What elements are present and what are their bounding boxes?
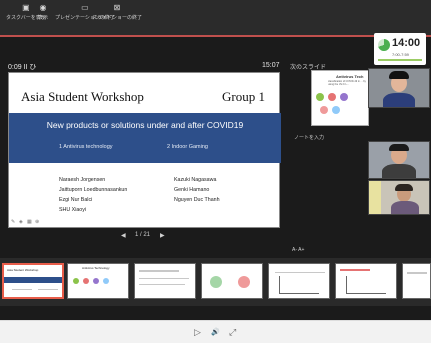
play-button[interactable]: ▷ (194, 327, 201, 338)
elapsed-time: 0:09 (8, 64, 22, 71)
virus-icon (320, 106, 328, 114)
member-name: Jaittuporn Loedbunnasankun (59, 187, 128, 193)
member-name: Genki Hamano (174, 187, 210, 193)
slide-blue-band: New products or solutions under and afte… (9, 113, 281, 163)
fullscreen-button[interactable]: ⤢ (229, 327, 236, 338)
slide-thumbnail-strip: Asia Student Workshop Antivirus Technolo… (0, 258, 431, 306)
slide-title: Asia Student Workshop (21, 89, 144, 104)
eye-icon: ◉ (39, 3, 47, 12)
screen-icon: ▭ (81, 3, 89, 12)
clock-time: 14:00 (392, 37, 421, 49)
presentation-app: ▣ タスクバーを表示 ◉ 表示 ▭ プレゼンテーションの終了 ⊠ スライドショー… (0, 0, 431, 343)
slide-thumbnail[interactable]: Asia Student Workshop (2, 263, 64, 299)
timer-controls[interactable]: II ひ (24, 64, 37, 71)
audio-button[interactable]: 🔊 (211, 328, 220, 336)
virus-icon (340, 93, 348, 101)
end-slideshow-button[interactable]: ⊠ スライドショーの終了 (92, 3, 142, 21)
playback-controls: ▷ 🔊 ⤢ (0, 320, 431, 343)
member-name: SHU Xiaoyi (59, 207, 87, 213)
clock-range: 7:00-7:59 (392, 52, 409, 57)
virus-icon (332, 106, 340, 114)
slide-thumbnail[interactable] (268, 263, 330, 299)
pointer-icon[interactable]: ◈ (19, 219, 23, 225)
next-slide-preview[interactable]: Antivirus Tech classification of COVID-1… (311, 70, 369, 126)
prev-slide-button[interactable]: ◀ (121, 232, 126, 239)
notes-label[interactable]: ノートを入力 (294, 134, 324, 141)
next-slide-button[interactable]: ▶ (160, 232, 165, 239)
slide-topic-2: 2 Indoor Gaming (167, 144, 208, 150)
slide-thumbnail[interactable] (134, 263, 196, 299)
clock-widget: 14:00 7:00-7:59 (374, 33, 426, 65)
slide-thumbnail[interactable]: Antivirus Technology (67, 263, 129, 299)
font-zoom-buttons[interactable]: A- A+ (292, 247, 304, 253)
slide-topic-1: 1 Antivirus technology (59, 144, 113, 150)
member-name: Ezgi Nur Balci (59, 197, 93, 203)
slide-navigation: ◀ 1 / 21 ▶ (115, 232, 175, 242)
thumbnail-title: Asia Student Workshop (7, 268, 39, 272)
slide-counter: 1 / 21 (135, 232, 151, 238)
member-name: Kazuki Nagasawa (174, 177, 217, 183)
slide-thumbnail[interactable] (335, 263, 397, 299)
clock-progress (378, 59, 422, 61)
participant-video (368, 180, 430, 215)
close-icon: ⊠ (113, 3, 121, 12)
slide-group: Group 1 (222, 89, 265, 104)
slide-thumbnail[interactable] (201, 263, 263, 299)
elapsed-timer: 0:09 II ひ (8, 62, 36, 72)
pen-icon[interactable]: ✎ (11, 219, 15, 225)
participant-video (368, 68, 430, 108)
slide-thumbnail[interactable] (402, 263, 431, 299)
display-button[interactable]: ◉ 表示 (38, 3, 48, 21)
clock-pie-icon (378, 39, 390, 51)
zoom-icon[interactable]: ⊕ (35, 219, 39, 225)
next-slide-subtitle: classification of COVID-19 in ... by usi… (328, 80, 366, 86)
top-toolbar: ▣ タスクバーを表示 ◉ 表示 ▭ プレゼンテーションの終了 ⊠ スライドショー… (0, 0, 431, 37)
virus-icon (316, 93, 324, 101)
member-name: Naraesh Jorgensen (59, 177, 106, 183)
participant-video (368, 141, 430, 179)
slide-subtitle: New products or solutions under and afte… (46, 120, 244, 130)
virus-icon (328, 93, 336, 101)
current-time: 15:07 (262, 62, 280, 69)
current-slide[interactable]: Asia Student Workshop Group 1 New produc… (8, 72, 281, 228)
member-name: Nguyen Duc Thanh (174, 197, 220, 203)
next-slide-title: Antivirus Tech (336, 74, 364, 79)
thumbnail-title: Antivirus Technology (82, 266, 110, 270)
monitor-icon: ▣ (22, 3, 30, 12)
grid-icon[interactable]: ▦ (27, 219, 32, 225)
